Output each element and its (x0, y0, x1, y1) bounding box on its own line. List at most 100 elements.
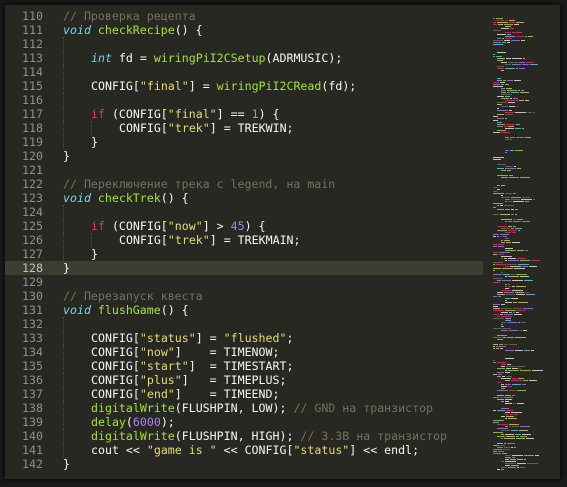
code-line[interactable]: 115 CONFIG["final"] = wiringPiI2CRead(fd)… (5, 79, 483, 93)
code-line[interactable]: 117 if (CONFIG["final"] == 1) { (5, 107, 483, 121)
minimap-stroke (532, 370, 543, 371)
code-line[interactable]: 112 (5, 37, 483, 51)
minimap-stroke (523, 330, 527, 331)
minimap-stroke (498, 296, 501, 297)
code-line[interactable]: 138 digitalWrite(FLUSHPIN, LOW); // GND н… (5, 401, 483, 415)
code-token: "start" (139, 359, 189, 373)
minimap[interactable] (489, 9, 557, 475)
minimap-stroke (497, 60, 503, 61)
minimap-stroke (515, 292, 524, 293)
minimap-stroke (533, 199, 535, 200)
minimap-stroke (505, 455, 511, 456)
code-line[interactable]: 137 CONFIG["end"] = TIMEEND; (5, 387, 483, 401)
code-line[interactable]: 122 // Переключение трека с legend, на ma… (5, 177, 483, 191)
code-line[interactable]: 123 void checkTrek() { (5, 191, 483, 205)
code-line[interactable]: 118 CONFIG["trek"] = TREKWIN; (5, 121, 483, 135)
code-line[interactable]: 135 CONFIG["start"] = TIMESTART; (5, 359, 483, 373)
minimap-stroke (500, 236, 502, 237)
minimap-stroke (504, 292, 514, 293)
minimap-stroke (524, 455, 534, 456)
code-token: digitalWrite (91, 429, 175, 443)
minimap-stroke (505, 372, 510, 373)
minimap-stroke (516, 137, 524, 138)
line-number: 121 (22, 163, 43, 177)
minimap-stroke (497, 280, 501, 281)
code-line[interactable]: 119} (5, 135, 483, 149)
line-number: 119 (22, 135, 43, 149)
minimap-stroke (516, 274, 527, 275)
code-line[interactable]: 126 CONFIG["trek"] = TREKMAIN; (5, 233, 483, 247)
minimap-stroke (505, 232, 511, 233)
minimap-stroke (501, 461, 504, 462)
code-text: void checkRecipe() { (63, 23, 203, 37)
code-line[interactable]: 132 (5, 317, 483, 331)
code-line[interactable]: 125 if (CONFIG["now"] > 45) { (5, 219, 483, 233)
code-line[interactable]: 111 void checkRecipe() { (5, 23, 483, 37)
minimap-stroke (493, 362, 496, 363)
code-token: // Проверка рецепта (63, 9, 196, 23)
code-editor[interactable]: 110 // Проверка рецепта 111 void checkRecip… (5, 9, 483, 471)
code-line[interactable]: 116 (5, 93, 483, 107)
code-line[interactable]: 110 // Проверка рецепта (5, 9, 483, 23)
minimap-stroke (505, 288, 509, 289)
minimap-stroke (497, 96, 504, 97)
code-line[interactable]: 113 int fd = wiringPiI2CSetup(ADRMUSIC); (5, 51, 483, 65)
code-line[interactable]: 130 // Перезапуск квеста (5, 289, 483, 303)
code-line[interactable]: 114 (5, 65, 483, 79)
code-line[interactable]: 142} (5, 457, 483, 471)
minimap-stroke (497, 469, 500, 470)
minimap-stroke (514, 268, 525, 269)
minimap-stroke (508, 258, 516, 259)
code-line[interactable]: 124 (5, 205, 483, 219)
minimap-stroke (501, 197, 510, 198)
minimap-stroke (516, 294, 525, 295)
minimap-stroke (511, 214, 514, 215)
code-line[interactable]: 141 cout << "game is " << CONFIG["status"… (5, 443, 483, 457)
code-token: } (91, 135, 98, 149)
code-token: void (63, 303, 91, 317)
minimap-stroke (515, 228, 522, 229)
code-line[interactable]: 134 CONFIG["now"] = TIMENOW; (5, 345, 483, 359)
code-line[interactable]: 133 CONFIG["status"] = "flushed"; (5, 331, 483, 345)
code-token: if (91, 107, 105, 121)
minimap-stroke (498, 246, 504, 247)
code-token: (ADRMUSIC); (265, 51, 343, 65)
minimap-stroke (516, 68, 518, 69)
minimap-stroke (508, 102, 515, 103)
code-line[interactable]: 127} (5, 247, 483, 261)
minimap-stroke (512, 395, 515, 396)
minimap-stroke (501, 438, 503, 439)
code-line[interactable]: 120} (5, 149, 483, 163)
minimap-stroke (507, 90, 517, 91)
minimap-stroke (510, 266, 521, 267)
minimap-stroke (493, 445, 499, 446)
code-line[interactable]: 139 delay(6000); (5, 415, 483, 429)
code-line[interactable]: 129 (5, 275, 483, 289)
code-token: ] = TREKWIN; (209, 121, 294, 135)
code-token: void (63, 23, 91, 37)
code-line[interactable]: 136 CONFIG["plus"] = TIMEPLUS; (5, 373, 483, 387)
code-line[interactable]: 140 digitalWrite(FLUSHPIN, HIGH); // 3.3В… (5, 429, 483, 443)
minimap-stroke (493, 314, 499, 315)
minimap-stroke (500, 82, 505, 83)
minimap-stroke (504, 24, 513, 25)
code-token: () { (160, 191, 189, 205)
minimap-stroke (493, 318, 504, 319)
code-line[interactable]: 121 (5, 163, 483, 177)
minimap-stroke (497, 209, 504, 210)
code-token: int (91, 51, 112, 65)
line-number: 140 (22, 429, 43, 443)
minimap-stroke (501, 430, 510, 431)
line-number: 128 (22, 261, 43, 275)
minimap-stroke (516, 312, 519, 313)
minimap-stroke (497, 339, 503, 340)
minimap-stroke (497, 443, 503, 444)
indent-guide (63, 331, 64, 345)
minimap-stroke (508, 221, 512, 222)
code-line[interactable]: 128} (5, 261, 483, 275)
indent-guide (63, 219, 64, 233)
minimap-stroke (512, 242, 520, 243)
minimap-stroke (504, 438, 515, 439)
minimap-stroke (524, 350, 530, 351)
code-line[interactable]: 131 void flushGame() { (5, 303, 483, 317)
